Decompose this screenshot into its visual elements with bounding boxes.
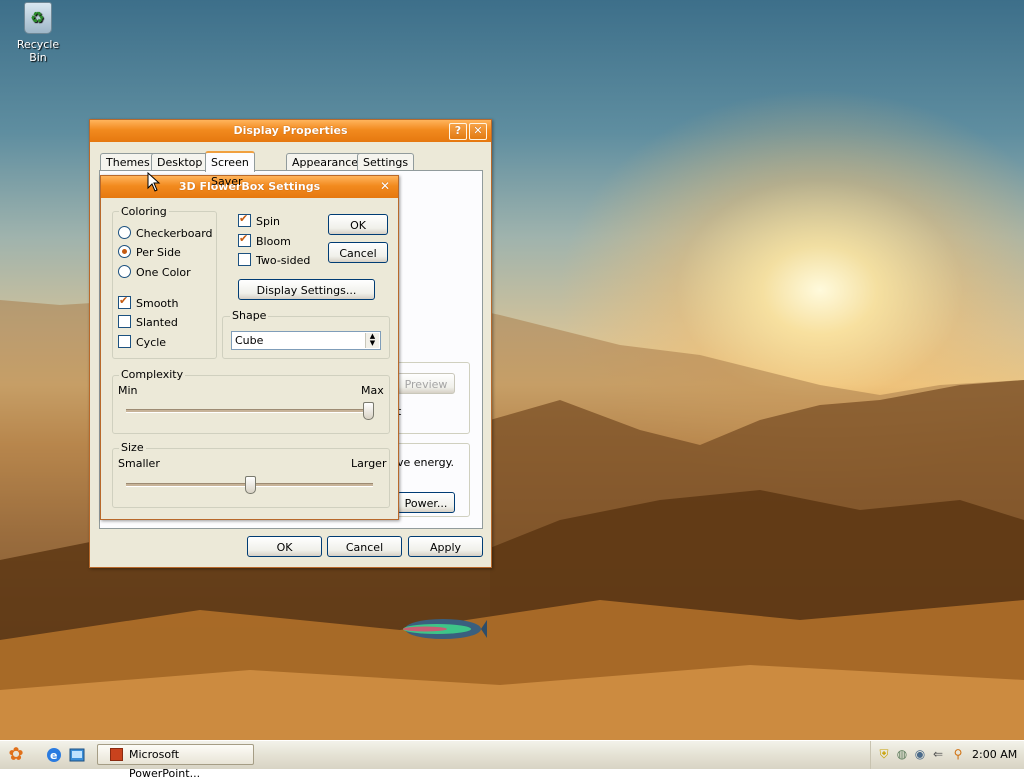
checkbox-smooth[interactable]: Smooth <box>118 294 178 310</box>
shape-label: Shape <box>230 309 269 322</box>
radio-one-color[interactable]: One Color <box>118 265 191 279</box>
recycle-bin-label: Recycle Bin <box>16 38 60 64</box>
coloring-label: Coloring <box>119 205 169 218</box>
monitor-icon[interactable]: ◉ <box>913 747 927 761</box>
clock[interactable]: 2:00 AM <box>972 741 1017 768</box>
complexity-min-label: Min <box>118 384 138 397</box>
size-label: Size <box>119 441 146 454</box>
size-max-label: Larger <box>351 457 387 470</box>
display-properties-titlebar[interactable]: Display Properties ? ✕ <box>90 120 491 142</box>
energy-text: ve energy. <box>397 456 455 469</box>
shape-spinner-icon[interactable]: ▲ ▼ <box>365 333 379 348</box>
flowerbox-settings-dialog: 3D FlowerBox Settings ✕ Coloring Checker… <box>100 175 399 520</box>
fish-icon <box>403 619 487 639</box>
tab-settings[interactable]: Settings <box>357 153 415 171</box>
powerpoint-icon <box>110 748 123 761</box>
tab-appearance[interactable]: Appearance <box>286 153 365 171</box>
usb-icon[interactable]: ⇐ <box>931 747 945 761</box>
tab-themes[interactable]: Themes <box>100 153 156 171</box>
display-settings-button[interactable]: Display Settings... <box>238 279 375 300</box>
shape-select-value: Cube <box>235 334 264 347</box>
search-icon[interactable]: ⚲ <box>951 747 965 761</box>
complexity-max-label: Max <box>361 384 384 397</box>
recycle-bin-icon <box>24 2 52 34</box>
close-button[interactable]: ✕ <box>469 123 487 140</box>
cancel-button[interactable]: Cancel <box>327 536 402 557</box>
size-slider-thumb[interactable] <box>244 476 256 494</box>
security-shield-icon[interactable]: ⛨ <box>877 747 891 761</box>
close-icon[interactable]: ✕ <box>377 179 393 194</box>
flowerbox-title: 3D FlowerBox Settings <box>178 180 321 193</box>
svg-text:e: e <box>50 749 57 762</box>
flowerbox-ok-button[interactable]: OK <box>328 214 388 235</box>
preview-button[interactable]: Preview <box>397 373 455 394</box>
taskbar-button-powerpoint[interactable]: Microsoft PowerPoint... <box>97 744 254 780</box>
show-desktop-icon[interactable] <box>68 746 86 764</box>
checkbox-two-sided[interactable]: Two-sided <box>238 253 310 267</box>
network-icon[interactable]: ◍ <box>895 747 909 761</box>
power-button[interactable]: Power... <box>397 492 455 513</box>
tab-screen-saver[interactable]: Screen Saver <box>205 151 255 188</box>
complexity-slider-thumb[interactable] <box>363 402 374 420</box>
complexity-groupbox <box>112 375 390 434</box>
start-button-paw-icon[interactable]: ✿ <box>6 745 26 765</box>
flowerbox-cancel-button[interactable]: Cancel <box>328 242 388 263</box>
apply-button[interactable]: Apply <box>408 536 483 557</box>
tab-desktop[interactable]: Desktop <box>151 153 209 171</box>
recycle-bin-desktop-icon[interactable]: Recycle Bin <box>8 2 68 64</box>
size-min-label: Smaller <box>118 457 160 470</box>
checkbox-spin[interactable]: Spin <box>238 212 280 228</box>
system-tray: ⛨ ◍ ◉ ⇐ ⚲ 2:00 AM <box>870 741 1024 769</box>
radio-per-side[interactable]: Per Side <box>118 245 181 259</box>
complexity-slider-track[interactable] <box>126 409 373 413</box>
checkbox-cycle[interactable]: Cycle <box>118 335 166 349</box>
shape-select[interactable]: Cube ▲ ▼ <box>231 331 381 350</box>
ok-button[interactable]: OK <box>247 536 322 557</box>
flowerbox-titlebar[interactable]: 3D FlowerBox Settings ✕ <box>101 176 398 198</box>
help-button[interactable]: ? <box>449 123 467 140</box>
taskbar-button-label: Microsoft PowerPoint... <box>129 748 201 780</box>
internet-explorer-icon[interactable]: e <box>45 746 63 764</box>
display-properties-title: Display Properties <box>233 124 348 137</box>
mouse-cursor-icon <box>147 172 161 192</box>
checkbox-slanted[interactable]: Slanted <box>118 315 178 329</box>
taskbar: ✿ e Microsoft PowerPoint... ⛨ ◍ ◉ ⇐ ⚲ 2:… <box>0 740 1024 780</box>
radio-checkerboard[interactable]: Checkerboard <box>118 226 213 240</box>
checkbox-bloom[interactable]: Bloom <box>238 232 291 248</box>
complexity-label: Complexity <box>119 368 186 381</box>
